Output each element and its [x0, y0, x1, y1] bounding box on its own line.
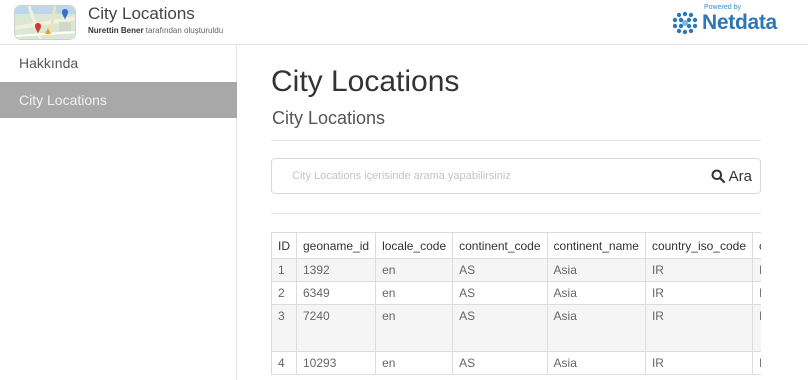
- column-header[interactable]: c: [752, 232, 761, 259]
- sidebar-item-hakkinda[interactable]: Hakkında: [0, 48, 237, 78]
- table-cell: AS: [452, 351, 548, 375]
- data-table-container[interactable]: ID geoname_id locale_code continent_code…: [271, 232, 761, 380]
- search-input[interactable]: [280, 159, 690, 193]
- brand-name: Netdata: [702, 11, 777, 34]
- table-cell: 3: [271, 304, 297, 352]
- table-cell: IR: [644, 258, 754, 282]
- powered-by-label: Powered by: [704, 4, 741, 11]
- table-cell: 1392: [295, 258, 377, 282]
- table-cell: I: [752, 351, 761, 375]
- table-cell: IR: [644, 304, 754, 352]
- column-header[interactable]: continent_name: [546, 232, 646, 259]
- table-cell: I: [752, 258, 761, 282]
- table-cell: IR: [644, 351, 754, 375]
- search-button-label: Ara: [728, 167, 752, 185]
- column-header[interactable]: locale_code: [375, 232, 454, 259]
- table-row[interactable]: 1 1392 en AS Asia IR I: [271, 258, 761, 282]
- search-icon: [711, 169, 725, 183]
- app-logo[interactable]: [14, 5, 76, 40]
- data-table: ID geoname_id locale_code continent_code…: [271, 232, 761, 375]
- table-header-row: ID geoname_id locale_code continent_code…: [271, 232, 761, 259]
- table-cell: en: [375, 258, 454, 282]
- table-cell: IR: [644, 281, 754, 305]
- table-cell: en: [375, 281, 454, 305]
- sidebar-item-city-locations[interactable]: City Locations: [0, 82, 237, 118]
- table-cell: en: [375, 351, 454, 375]
- table-cell: 6349: [295, 281, 377, 305]
- table-row[interactable]: 2 6349 en AS Asia IR I: [271, 281, 761, 305]
- column-header[interactable]: continent_code: [452, 232, 548, 259]
- table-cell: Asia: [546, 281, 646, 305]
- table-cell: AS: [452, 304, 548, 352]
- page-subtitle: City Locations: [272, 108, 386, 128]
- table-row[interactable]: 4 10293 en AS Asia IR I: [271, 351, 761, 375]
- column-header[interactable]: ID: [271, 232, 297, 259]
- main-content: City Locations City Locations Ara ID geo…: [237, 45, 808, 380]
- app-author: Nurettin Bener: [88, 26, 144, 35]
- divider: [271, 213, 761, 214]
- table-cell: I: [752, 304, 761, 352]
- app-author-line: Nurettin Bener tarafından oluşturuldu: [88, 26, 223, 35]
- page-title: City Locations: [271, 65, 460, 98]
- column-header[interactable]: geoname_id: [295, 232, 377, 259]
- app-title: City Locations: [88, 4, 195, 23]
- sidebar: Hakkında City Locations: [0, 45, 237, 380]
- table-cell: 7240: [295, 304, 377, 352]
- table-cell: 2: [271, 281, 297, 305]
- table-cell: AS: [452, 281, 548, 305]
- table-cell: AS: [452, 258, 548, 282]
- netdata-logo[interactable]: Powered by Netdata: [662, 4, 782, 40]
- table-cell: Asia: [546, 258, 646, 282]
- table-cell: Asia: [546, 351, 646, 375]
- column-header[interactable]: country_iso_code: [644, 232, 754, 259]
- table-cell: I: [752, 281, 761, 305]
- table-row[interactable]: 3 7240 en AS Asia IR I: [271, 304, 761, 352]
- search-button[interactable]: Ara: [711, 159, 752, 193]
- app-header: City Locations Nurettin Bener tarafından…: [0, 0, 808, 45]
- table-cell: en: [375, 304, 454, 352]
- table-cell: Asia: [546, 304, 646, 352]
- app-author-suffix: tarafından oluşturuldu: [143, 26, 224, 35]
- divider: [271, 140, 761, 141]
- table-cell: 10293: [295, 351, 377, 375]
- table-cell: 1: [271, 258, 297, 282]
- table-cell: 4: [271, 351, 297, 375]
- netdata-mark-icon: [672, 11, 698, 35]
- search-box: Ara: [271, 158, 761, 194]
